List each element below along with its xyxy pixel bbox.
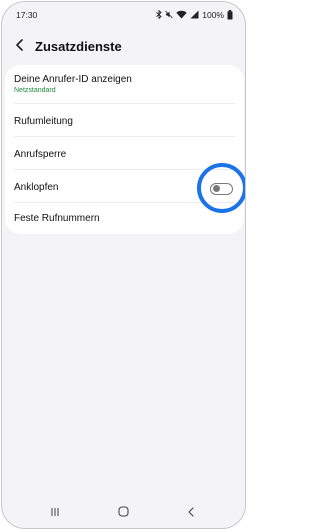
chevron-left-icon	[15, 38, 25, 56]
signal-icon	[190, 10, 199, 19]
setting-label: Feste Rufnummern	[14, 213, 100, 224]
wifi-icon	[176, 10, 187, 19]
setting-call-barring[interactable]: Anrufsperre	[5, 137, 244, 169]
setting-label: Rufumleitung	[14, 116, 73, 127]
status-bar: 17:30 100%	[2, 2, 245, 26]
phone-screen: 17:30 100% Zusatzdienste Deine Anrufer-I…	[1, 1, 246, 529]
navigation-bar	[2, 498, 245, 528]
app-header: Zusatzdienste	[2, 32, 245, 62]
setting-label: Anrufsperre	[14, 149, 67, 160]
setting-call-waiting[interactable]: Anklopfen	[5, 170, 244, 202]
home-button[interactable]	[116, 506, 130, 520]
status-time: 17:30	[16, 10, 38, 20]
setting-call-forwarding[interactable]: Rufumleitung	[5, 104, 244, 136]
back-button[interactable]	[11, 38, 29, 56]
call-waiting-toggle[interactable]	[210, 183, 233, 195]
setting-label: Deine Anrufer-ID anzeigen	[14, 74, 132, 85]
back-icon	[187, 504, 195, 522]
recent-apps-button[interactable]	[48, 506, 62, 520]
setting-value: Netzstandard	[14, 87, 56, 94]
battery-icon	[227, 9, 233, 20]
page-title: Zusatzdienste	[35, 39, 122, 54]
bluetooth-icon	[156, 10, 162, 19]
setting-fixed-dialing[interactable]: Feste Rufnummern	[5, 203, 244, 234]
mute-icon	[165, 10, 174, 19]
setting-label: Anklopfen	[14, 182, 59, 193]
toggle-knob	[212, 185, 220, 193]
battery-percent: 100%	[202, 9, 224, 20]
settings-list: Deine Anrufer-ID anzeigen Netzstandard R…	[5, 65, 244, 234]
home-icon	[117, 504, 129, 522]
nav-back-button[interactable]	[184, 506, 198, 520]
setting-caller-id[interactable]: Deine Anrufer-ID anzeigen Netzstandard	[5, 65, 244, 103]
recent-apps-icon	[50, 504, 60, 522]
status-icons: 100%	[156, 9, 233, 20]
